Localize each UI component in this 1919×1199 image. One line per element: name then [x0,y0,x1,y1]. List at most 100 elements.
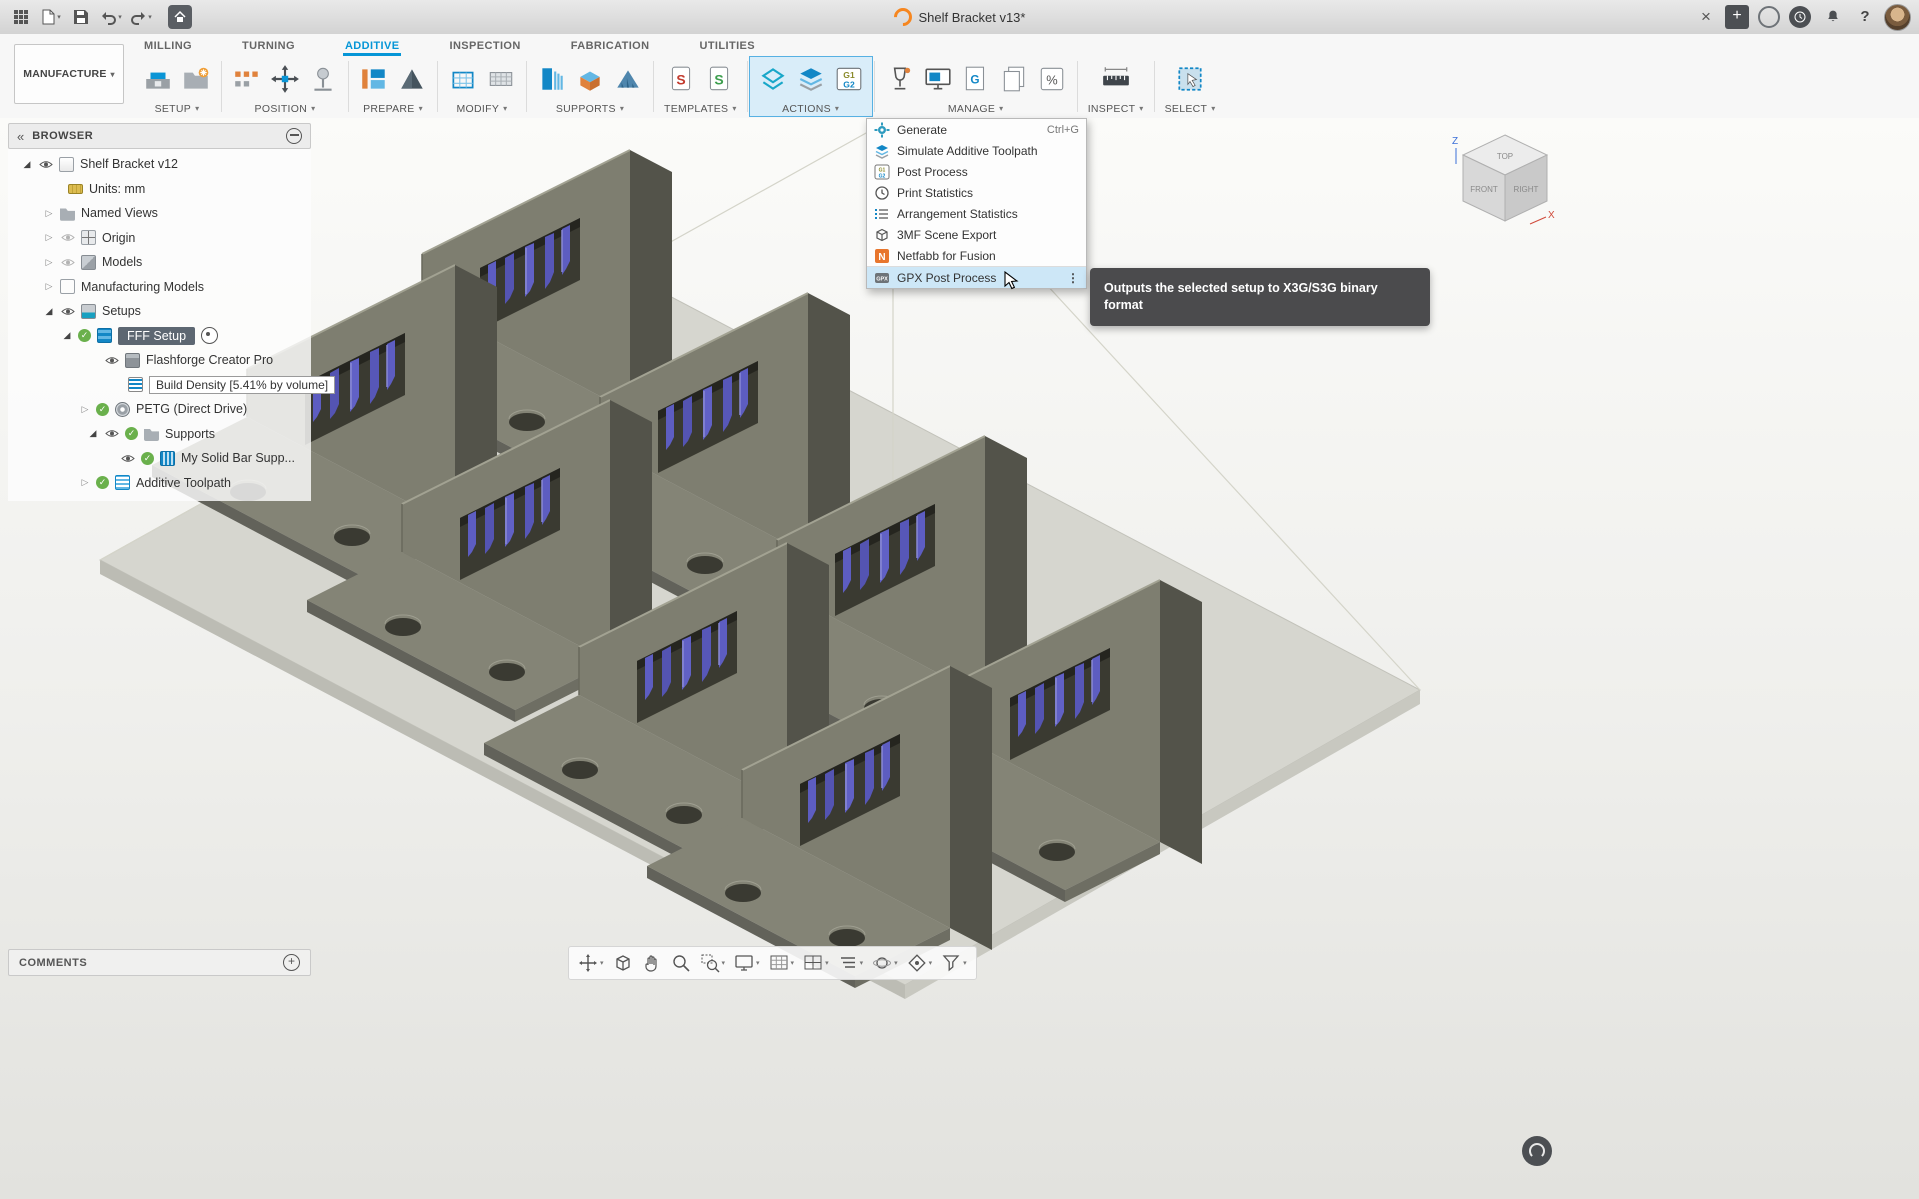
new-document-tab-icon[interactable]: + [1725,5,1749,29]
close-document-icon[interactable]: × [1696,7,1716,27]
post-process-icon[interactable]: G1 G2 [834,64,864,94]
menu-item-3mf-scene-export[interactable]: 3MF Scene Export [867,224,1086,245]
post-library-icon[interactable]: G [961,64,991,94]
template-import-icon[interactable]: S [704,64,734,94]
zoom-button[interactable] [671,953,691,973]
grid-display-button[interactable]: ▾ [769,953,794,973]
tree-item-additive-toolpath[interactable]: Additive Toolpath [8,471,311,496]
tab-additive[interactable]: ADDITIVE [342,37,402,56]
expand-arrow-icon[interactable] [44,232,54,243]
menu-item-generate[interactable]: Generate Ctrl+G [867,119,1086,140]
templates-library-icon[interactable] [999,64,1029,94]
notifications-bell-icon[interactable] [1820,4,1846,30]
redo-icon[interactable]: ▾ [128,4,154,30]
mesh-repair-icon[interactable] [486,64,516,94]
arrange-icon[interactable] [232,64,262,94]
add-comment-icon[interactable] [283,954,300,971]
tab-milling[interactable]: MILLING [142,37,194,56]
expand-arrow-icon[interactable] [80,404,90,415]
select-tool-icon[interactable] [1175,64,1205,94]
milling-setup-icon[interactable] [143,64,173,94]
expand-arrow-icon[interactable] [80,477,90,488]
menu-item-post-process[interactable]: G1 G2 Post Process [867,161,1086,182]
viewports-button[interactable]: ▾ [803,953,829,973]
visibility-eye-icon[interactable] [120,454,135,463]
tree-item-models[interactable]: Models [8,250,311,275]
expand-arrow-icon[interactable] [22,159,32,170]
extensions-icon[interactable] [168,5,192,29]
app-grid-menu-icon[interactable] [8,4,34,30]
probe-icon[interactable] [885,64,915,94]
workspace-selector[interactable]: MANUFACTURE [14,44,124,104]
pan-hand-button[interactable] [642,953,662,973]
tab-utilities[interactable]: UTILITIES [697,37,757,56]
visibility-eye-icon[interactable] [38,160,53,169]
group-caption-prepare[interactable]: PREPARE [363,100,423,117]
menu-item-print-statistics[interactable]: Print Statistics [867,182,1086,203]
item-options-dots-icon[interactable] [1067,271,1079,285]
task-manager-icon[interactable]: % [1037,64,1067,94]
minimize-panel-icon[interactable] [286,128,302,144]
expand-arrow-icon[interactable] [44,306,54,317]
template-export-icon[interactable]: S [666,64,696,94]
look-at-button[interactable]: ▾ [907,953,932,973]
visibility-eye-off-icon[interactable] [60,233,75,242]
undo-icon[interactable]: ▾ [98,4,124,30]
tree-item-supports[interactable]: Supports [8,422,311,447]
expand-arrow-icon[interactable] [44,257,54,268]
box-zoom-button[interactable] [613,953,633,973]
user-avatar[interactable] [1884,3,1911,31]
volume-supports-icon[interactable] [575,64,605,94]
orbit-button[interactable]: ▾ [872,953,898,973]
expand-arrow-icon[interactable] [44,281,54,292]
orientation-icon[interactable] [359,64,389,94]
group-caption-position[interactable]: POSITION [255,100,316,117]
active-setup-radio-icon[interactable] [201,327,219,345]
expand-arrow-icon[interactable] [62,330,72,341]
group-caption-modify[interactable]: MODIFY [457,100,508,117]
machine-library-icon[interactable] [923,64,953,94]
tab-turning[interactable]: TURNING [240,37,297,56]
tree-item-shelf-bracket[interactable]: Shelf Bracket v12 [8,152,311,177]
expand-arrow-icon[interactable] [44,208,54,219]
menu-item-netfabb-for-fusion[interactable]: N Netfabb for Fusion [867,245,1086,266]
tree-item-manufacturing-models[interactable]: Manufacturing Models [8,275,311,300]
group-caption-actions[interactable]: ACTIONS [782,100,839,117]
file-menu-icon[interactable]: ▾ [38,4,64,30]
display-settings-button[interactable]: ▾ [734,953,760,973]
simulate-toolpath-icon[interactable] [796,64,826,94]
solid-supports-icon[interactable] [613,64,643,94]
clock-status-icon[interactable] [1789,6,1811,28]
place-on-platform-icon[interactable] [308,64,338,94]
tab-fabrication[interactable]: FABRICATION [569,37,652,56]
mesh-edit-icon[interactable] [448,64,478,94]
group-caption-templates[interactable]: TEMPLATES [664,100,737,117]
tree-item-petg[interactable]: PETG (Direct Drive) [8,397,311,422]
tab-inspection[interactable]: INSPECTION [447,37,522,56]
assistant-button[interactable] [1522,1136,1552,1166]
bar-supports-icon[interactable] [537,64,567,94]
visibility-eye-icon[interactable] [104,356,119,365]
group-caption-inspect[interactable]: INSPECT [1088,100,1144,117]
save-icon[interactable] [68,4,94,30]
tree-item-flashforge-creator-pro[interactable]: Flashforge Creator Pro [8,348,311,373]
zoom-window-button[interactable]: ▾ [700,953,725,973]
tree-item-fff-setup[interactable]: FFF Setup [8,324,311,349]
view-cube[interactable]: TOP FRONT RIGHT Z X [1452,134,1555,225]
visibility-eye-icon[interactable] [60,307,75,316]
selection-filter-button[interactable]: ▾ [941,953,967,973]
move-icon[interactable] [270,64,300,94]
measure-icon[interactable] [1101,64,1131,94]
group-caption-manage[interactable]: MANAGE [948,100,1004,117]
comments-panel[interactable]: COMMENTS [8,949,311,976]
group-caption-select[interactable]: SELECT [1165,100,1216,117]
expand-arrow-icon[interactable] [88,428,98,439]
collapse-panel-icon[interactable] [17,129,24,144]
visibility-eye-off-icon[interactable] [60,258,75,267]
minimize-supports-icon[interactable] [397,64,427,94]
tree-item-setups[interactable]: Setups [8,299,311,324]
selected-setup-label[interactable]: FFF Setup [118,326,196,345]
menu-item-gpx-post-process[interactable]: GPX GPX Post Process [867,266,1086,288]
help-icon[interactable]: ? [1855,7,1875,27]
tree-item-build-density[interactable]: Build Density [5.41% by volume] [8,373,336,398]
